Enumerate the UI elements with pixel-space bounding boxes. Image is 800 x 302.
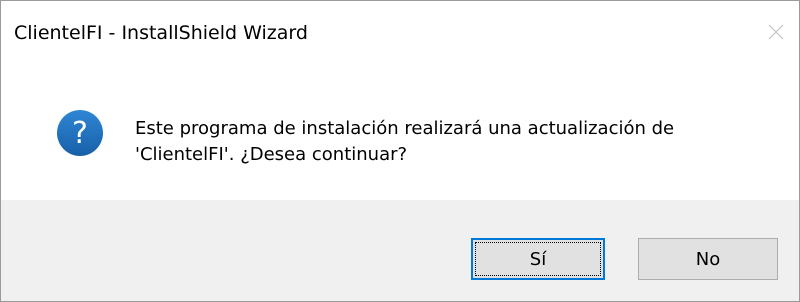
installshield-dialog: ClientelFI - InstallShield Wizard ? Este…	[0, 0, 800, 302]
no-button-label: No	[695, 248, 721, 270]
no-button[interactable]: No	[638, 238, 778, 280]
svg-text:?: ?	[72, 116, 88, 151]
message-line-1: Este programa de instalación realizará u…	[135, 118, 675, 139]
yes-button-label: Sí	[529, 248, 547, 270]
close-icon	[768, 24, 784, 40]
message-area: ? Este programa de instalación realizará…	[1, 63, 799, 200]
button-bar: Sí No	[1, 200, 799, 301]
message-text: Este programa de instalación realizará u…	[135, 116, 775, 168]
message-line-2: 'ClientelFI'. ¿Desea continuar?	[135, 144, 408, 165]
yes-button[interactable]: Sí	[471, 238, 605, 280]
window-title: ClientelFI - InstallShield Wizard	[14, 22, 308, 44]
question-icon: ?	[57, 110, 103, 156]
title-bar: ClientelFI - InstallShield Wizard	[1, 1, 799, 63]
close-button[interactable]	[753, 1, 799, 63]
